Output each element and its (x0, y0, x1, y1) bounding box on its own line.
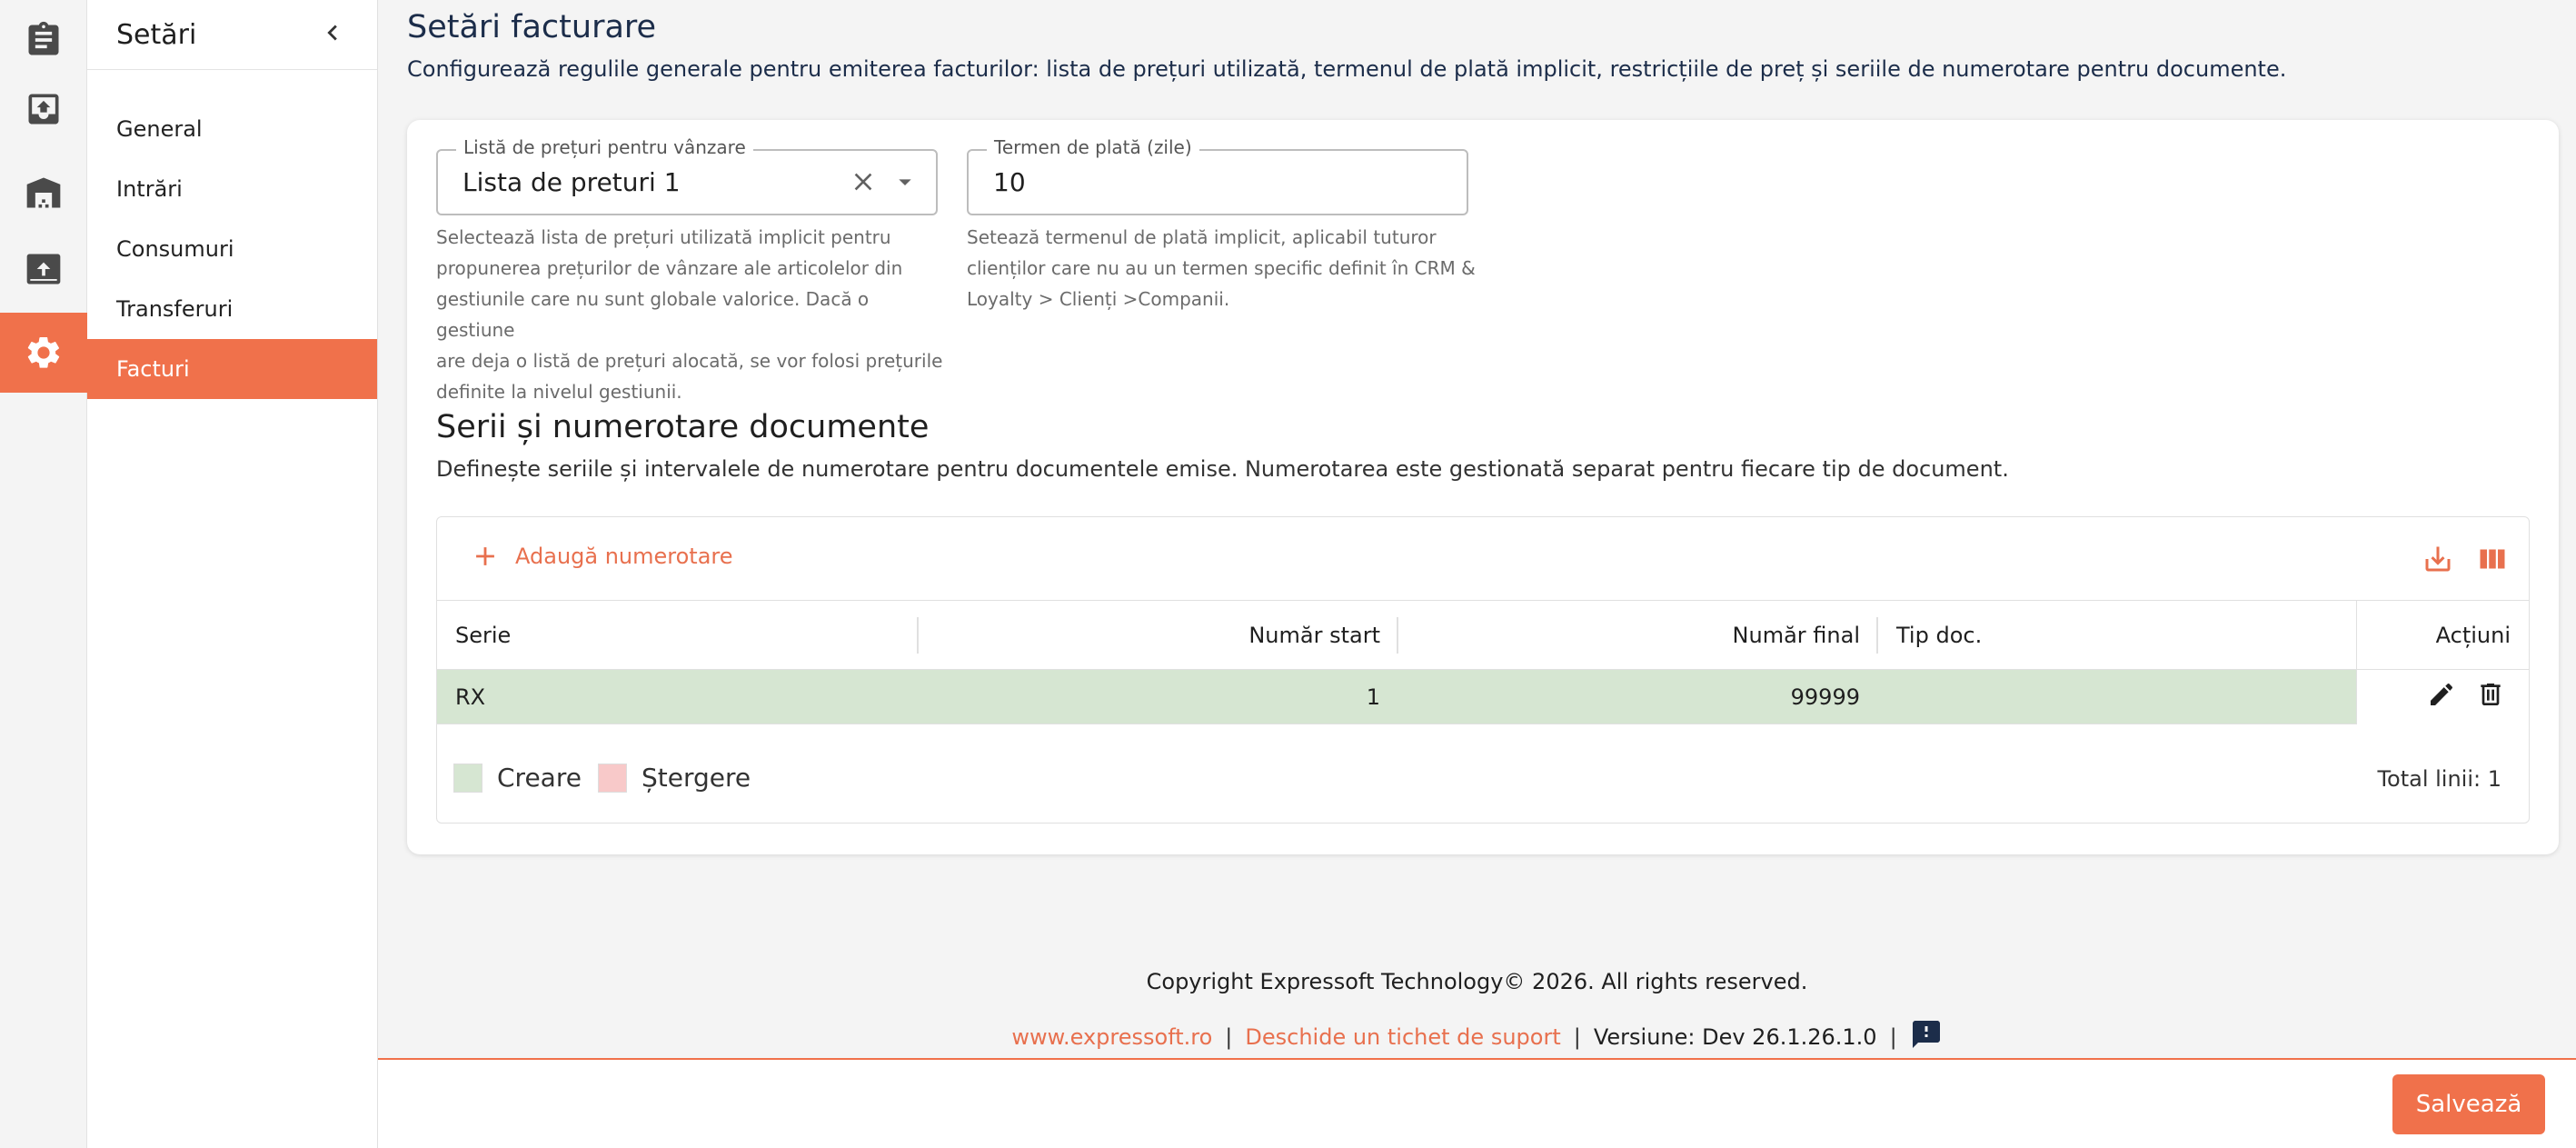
footer-separator: | (1889, 1024, 1897, 1050)
price-list-select[interactable]: Listă de prețuri pentru vânzare Lista de… (436, 136, 938, 215)
helper-line: Selectează lista de prețuri utilizată im… (436, 226, 891, 248)
rail-archive-button[interactable] (0, 229, 87, 309)
pencil-icon (2431, 684, 2452, 705)
helper-line: definite la nivelul gestiunii. (436, 381, 682, 403)
menu-item-general[interactable]: General (87, 99, 377, 159)
footer-links: www.expressoft.ro | Deschide un tichet d… (378, 1018, 2576, 1056)
save-button[interactable]: Salvează (2392, 1074, 2545, 1134)
rail-clipboard-button[interactable] (0, 0, 87, 80)
payment-term-helper: Setează termenul de plată implicit, apli… (967, 222, 1476, 314)
rail-inbox-button[interactable] (0, 69, 87, 149)
menu-item-consumuri[interactable]: Consumuri (87, 219, 377, 279)
cell-serie: RX (455, 684, 486, 710)
helper-line: Setează termenul de plată implicit, apli… (967, 226, 1437, 248)
delete-swatch (597, 763, 627, 793)
cell-end: 99999 (1790, 684, 1860, 710)
row-legend: Creare Ștergere (453, 763, 751, 793)
columns-button[interactable] (2476, 543, 2509, 575)
settings-card: Listă de prețuri pentru vânzare Lista de… (407, 120, 2559, 854)
payment-term-field[interactable]: Termen de plată (zile) 10 (967, 136, 1468, 215)
arrow-drop-down-icon (899, 179, 911, 185)
website-link[interactable]: www.expressoft.ro (1011, 1024, 1212, 1050)
support-ticket-link[interactable]: Deschide un tichet de suport (1245, 1024, 1560, 1050)
cell-type (1878, 670, 2356, 724)
col-type[interactable]: Tip doc. (1878, 601, 2356, 670)
inbox-upload-icon (28, 94, 59, 125)
menu-header: Setări (87, 0, 377, 70)
main-content: Setări facturare Configurează regulile g… (378, 0, 2576, 1148)
rail-warehouse-button[interactable] (0, 153, 87, 233)
download-icon (2425, 546, 2451, 572)
numbering-grid: Adaugă numerotare Serie Număr start Numă… (436, 516, 2530, 824)
price-list-label: Listă de prețuri pentru vânzare (456, 136, 753, 158)
version-text: Versiune: Dev 26.1.26.1.0 (1593, 1024, 1877, 1050)
legend-create: Creare (497, 763, 582, 793)
price-list-value: Lista de preturi 1 (462, 167, 681, 197)
menu-item-facturi[interactable]: Facturi (87, 339, 377, 399)
close-icon (854, 173, 872, 191)
settings-menu: Setări General Intrări Consumuri Transfe… (87, 0, 378, 1148)
warehouse-icon (26, 177, 61, 208)
menu-item-transferuri[interactable]: Transferuri (87, 279, 377, 339)
total-rows: Total linii: 1 (2377, 766, 2501, 792)
clear-selection-button[interactable] (849, 167, 878, 196)
col-serie[interactable]: Serie (437, 601, 917, 670)
delete-button[interactable] (2476, 680, 2505, 714)
grid-header: Serie Număr start Număr final Tip doc. A… (437, 601, 2529, 670)
clipboard-icon (28, 21, 59, 55)
helper-line: gestiunile care nu sunt globale valorice… (436, 288, 870, 341)
helper-line: Loyalty > Clienți >Companii. (967, 288, 1230, 310)
payment-term-value: 10 (993, 167, 1026, 197)
create-swatch (453, 763, 482, 793)
legend-delete: Ștergere (641, 763, 751, 793)
col-end[interactable]: Număr final (1398, 601, 1878, 670)
bottom-action-bar: Salvează (378, 1058, 2576, 1148)
dropdown-toggle[interactable] (890, 167, 920, 196)
col-actions: Acțiuni (2356, 601, 2529, 670)
feedback-icon (1912, 1021, 1940, 1048)
helper-line: clienților care nu au un termen specific… (967, 257, 1476, 279)
rail-settings-button[interactable] (0, 313, 87, 393)
payment-term-label: Termen de plată (zile) (987, 136, 1199, 158)
plus-icon (476, 547, 494, 565)
series-section-title: Serii și numerotare documente (436, 409, 930, 445)
chevron-left-icon (327, 25, 337, 41)
row-actions (2356, 670, 2529, 724)
view-column-icon (2480, 549, 2505, 569)
price-list-helper: Selectează lista de prețuri utilizată im… (436, 222, 945, 407)
footer-separator: | (1225, 1024, 1233, 1050)
series-section-description: Definește seriile și intervalele de nume… (436, 456, 2009, 482)
collapse-menu-button[interactable] (317, 17, 348, 52)
menu-title: Setări (116, 18, 197, 51)
col-start[interactable]: Număr start (919, 601, 1398, 670)
feedback-button[interactable] (1910, 1018, 1943, 1056)
archive-icon (26, 254, 61, 285)
add-numbering-label: Adaugă numerotare (515, 544, 733, 569)
edit-button[interactable] (2427, 680, 2456, 714)
trash-icon (2481, 684, 2501, 705)
page-description: Configurează regulile generale pentru em… (407, 56, 2287, 82)
helper-line: propunerea prețurilor de vânzare ale art… (436, 257, 903, 279)
add-numbering-button[interactable]: Adaugă numerotare (470, 541, 733, 572)
export-button[interactable] (2422, 543, 2454, 575)
footer-separator: | (1573, 1024, 1581, 1050)
grid-toolbar: Adaugă numerotare (437, 517, 2529, 601)
helper-line: are deja o listă de prețuri alocată, se … (436, 350, 943, 372)
page-title: Setări facturare (407, 9, 657, 45)
footer-copyright: Copyright Expressoft Technology© 2026. A… (1146, 969, 1808, 994)
table-row[interactable]: RX 1 99999 (437, 670, 2529, 724)
icon-rail (0, 0, 87, 1148)
menu-item-intrari[interactable]: Intrări (87, 159, 377, 219)
gear-icon (27, 336, 60, 368)
cell-start: 1 (1366, 684, 1380, 710)
